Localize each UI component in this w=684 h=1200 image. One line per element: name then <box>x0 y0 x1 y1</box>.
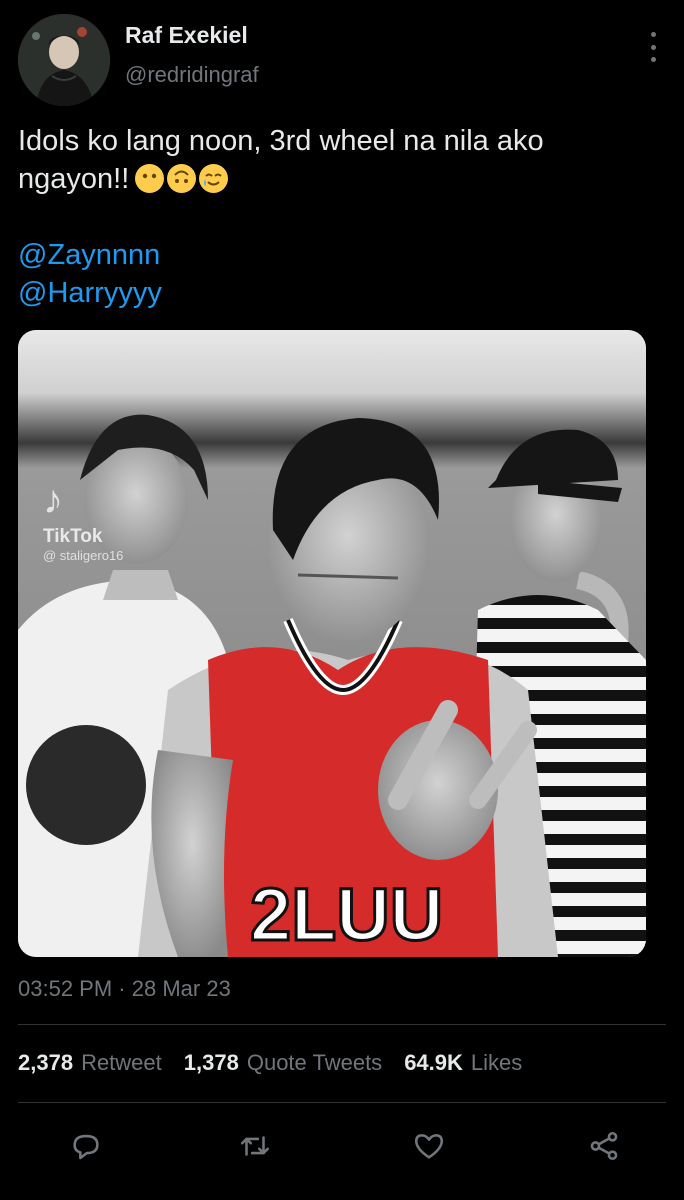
author-handle[interactable]: @redridingraf <box>125 62 259 88</box>
mentions: @Zaynnnn @Harryyyy <box>18 236 162 312</box>
tweet-body: Idols ko lang noon, 3rd wheel na nila ak… <box>18 122 658 198</box>
tiktok-username: @ staligero16 <box>43 548 124 563</box>
tiktok-brand: TikTok <box>43 526 103 547</box>
reply-icon[interactable] <box>66 1126 106 1166</box>
tiktok-icon: ♪ <box>43 478 63 522</box>
like-label: Likes <box>470 1050 523 1075</box>
no-mouth-face-icon <box>135 164 165 193</box>
upside-down-face-icon <box>167 164 197 193</box>
timestamp-separator: · <box>118 976 126 1001</box>
avatar[interactable] <box>18 14 110 106</box>
retweet-icon[interactable] <box>235 1126 275 1166</box>
action-bar <box>0 1120 684 1172</box>
mention-link[interactable]: @Harryyyy <box>18 274 162 312</box>
like-icon[interactable] <box>409 1126 449 1166</box>
like-value: 64.9K <box>404 1050 463 1075</box>
jersey-number: 2LUU <box>250 873 443 956</box>
tweet-media-image[interactable]: 2LUU ♪ TikTok @ staligero16 <box>18 330 646 957</box>
quote-value: 1,378 <box>183 1050 239 1075</box>
more-options-icon[interactable] <box>644 32 662 62</box>
tweet-time: 03:52 PM <box>18 976 113 1001</box>
emoji-group <box>135 164 229 193</box>
share-icon[interactable] <box>584 1126 624 1166</box>
smiling-face-with-tear-icon <box>199 164 229 193</box>
quote-label: Quote Tweets <box>246 1050 383 1075</box>
tiktok-watermark: ♪ TikTok @ staligero16 <box>43 480 123 563</box>
retweet-label: Retweet <box>81 1050 162 1075</box>
mention-link[interactable]: @Zaynnnn <box>18 236 162 274</box>
tweet-text: Idols ko lang noon, 3rd wheel na nila ak… <box>18 125 552 195</box>
tweet-timestamp[interactable]: 03:52 PM · 28 Mar 23 <box>18 976 231 1002</box>
tweet-date: 28 Mar 23 <box>131 976 231 1001</box>
retweet-value: 2,378 <box>18 1050 74 1075</box>
engagement-stats: 2,378 Retweet 1,378 Quote Tweets 64.9K L… <box>18 1050 522 1076</box>
tweet-header: Raf Exekiel @redridingraf <box>18 14 666 109</box>
divider <box>18 1024 666 1025</box>
like-count[interactable]: 64.9K Likes <box>404 1050 522 1076</box>
author-name[interactable]: Raf Exekiel <box>125 22 248 49</box>
quote-count[interactable]: 1,378 Quote Tweets <box>184 1050 382 1076</box>
retweet-count[interactable]: 2,378 Retweet <box>18 1050 162 1076</box>
divider <box>18 1102 666 1103</box>
